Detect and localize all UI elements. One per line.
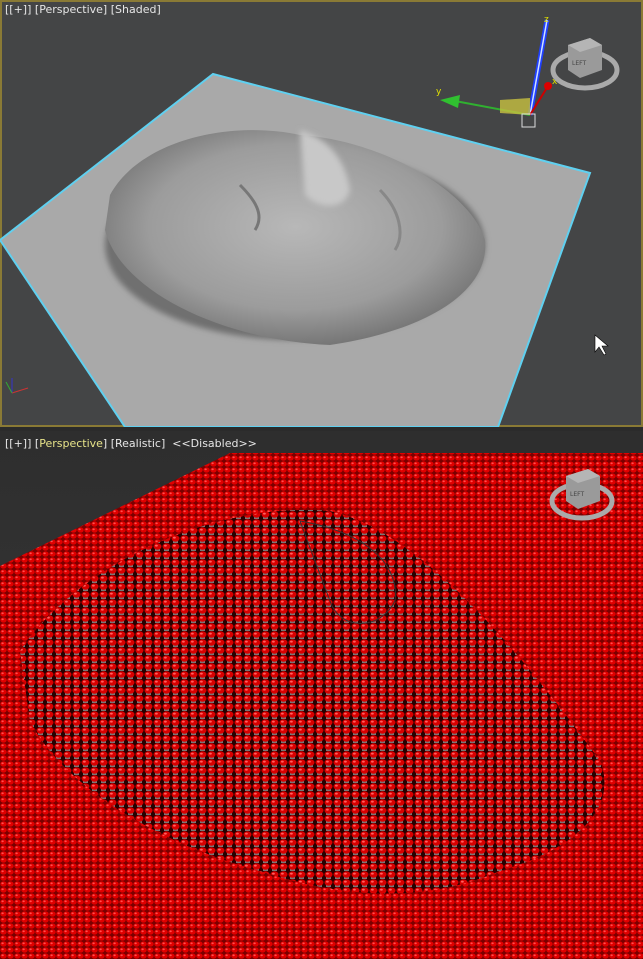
mouse-cursor-icon [594,334,609,356]
viewport-bottom-perspective-realistic[interactable]: [[+]] [Perspective] [Realistic] <<Disabl… [0,431,643,959]
disabled-status: <<Disabled>> [172,437,257,450]
viewport-label[interactable]: [[+]] [Perspective] [Realistic] <<Disabl… [5,437,257,450]
view-label[interactable]: Perspective [39,437,103,450]
view-label[interactable]: Perspective [39,3,103,16]
shading-label[interactable]: Shaded [115,3,156,16]
viewcube[interactable]: LEFT [0,431,643,959]
shading-label[interactable]: Realistic [115,437,161,450]
viewcube-face-label: LEFT [570,491,584,498]
viewport-top-perspective-shaded[interactable]: [[+]] [Perspective] [Shaded] y x z LEFT [0,0,643,427]
viewport-label[interactable]: [[+]] [Perspective] [Shaded] [5,3,161,16]
viewport-menu[interactable]: [+] [9,437,27,450]
viewport-menu[interactable]: [+] [9,3,27,16]
world-axis-tripod [5,334,609,394]
